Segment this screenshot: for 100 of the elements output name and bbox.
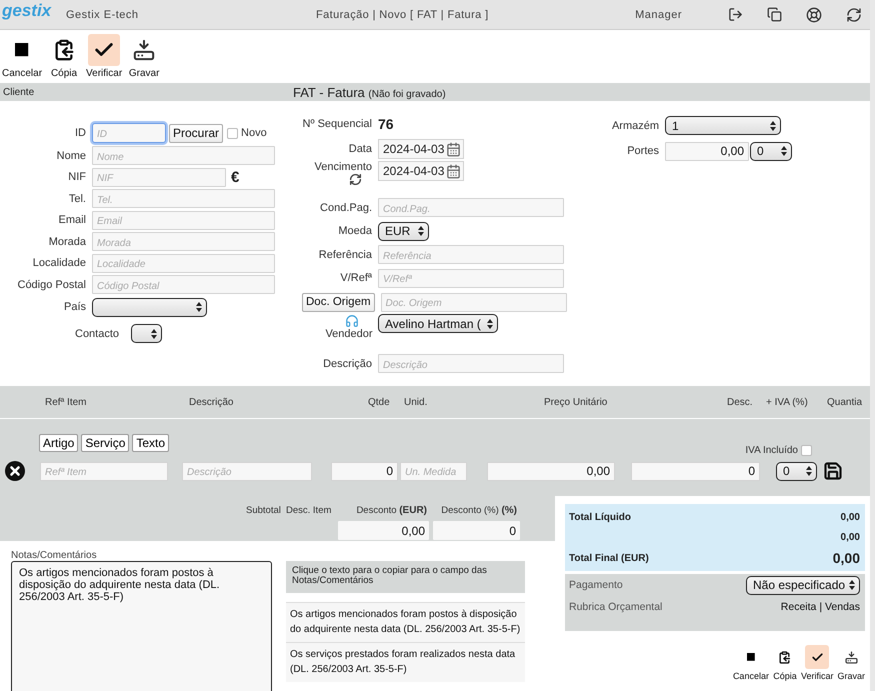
save-icon	[133, 39, 156, 61]
text-field[interactable]: NIF	[92, 168, 226, 187]
checkbox[interactable]	[801, 444, 812, 456]
notes-field[interactable]: Os artigos mencionados foram postos à disposição do adquirente nesta data (DL. 256/2003 Art. 35-5-F)	[11, 561, 272, 691]
field-label: Vencimento	[314, 161, 372, 173]
discount-label: Desc. Item	[286, 505, 332, 517]
field-label: Armazém	[610, 120, 659, 132]
checkbox[interactable]	[227, 128, 238, 138]
field-label: Morada	[48, 236, 86, 248]
text-field[interactable]: Descrição	[182, 462, 312, 480]
field-label: NIF	[67, 171, 86, 184]
percent-field[interactable]: 0	[433, 521, 520, 540]
discount-field[interactable]: 0	[631, 462, 760, 480]
toolbar-button[interactable]: Verificar	[800, 645, 834, 681]
payment-label: Pagamento	[569, 579, 623, 591]
remove-icon[interactable]	[5, 461, 25, 481]
price-field[interactable]: 0,00	[487, 462, 615, 480]
column-header: Desc.	[727, 396, 754, 408]
dropdown[interactable]: 0	[750, 142, 792, 160]
logout-icon[interactable]	[728, 7, 743, 22]
refresh-icon[interactable]	[846, 6, 862, 22]
discount-label: Subtotal	[246, 505, 282, 517]
total-value: 0,00	[840, 532, 860, 542]
toolbar-button[interactable]: Cópia	[48, 34, 80, 79]
total-label: Total Final (EUR)	[569, 552, 649, 564]
toolbar-label: Verificar	[86, 68, 122, 79]
text-field[interactable]: Tel.	[92, 189, 275, 208]
total-value: 0,00	[840, 512, 860, 522]
toolbar-button[interactable]: Cancelar	[732, 645, 769, 681]
refresh-icon[interactable]	[349, 173, 362, 186]
save-icon[interactable]	[823, 461, 843, 481]
suggestion-item[interactable]: Os artigos mencionados foram postos à disposição do adquirente nesta data (DL. 256/2003 Art. 35-5-F)	[286, 602, 525, 642]
amount-field[interactable]: 0,00	[665, 142, 749, 160]
text-field[interactable]: V/Refª	[378, 268, 564, 288]
currency-symbol[interactable]: €	[231, 168, 240, 186]
text-field[interactable]: Código Postal	[92, 275, 275, 294]
toolbar-button[interactable]: Gravar	[128, 34, 160, 79]
column-header: Unid.	[404, 396, 428, 408]
stop-square-icon	[747, 653, 755, 661]
up-down-arrows-icon	[806, 466, 812, 476]
text-field[interactable]: Email	[92, 210, 275, 230]
budget-value: Receita | Vendas	[780, 601, 860, 613]
date-field[interactable]: 2024-04-03	[378, 139, 464, 159]
id-field[interactable]: ID	[92, 123, 166, 143]
toolbar-label: Cópia	[50, 68, 78, 79]
column-header: Qtde	[368, 396, 391, 408]
suggestion-item[interactable]: Os serviços prestados foram realizados nesta data (DL. 256/2003 Art. 35-5-F)	[286, 642, 525, 682]
up-down-arrows-icon	[196, 302, 202, 312]
headset-icon[interactable]	[345, 314, 359, 328]
dropdown[interactable]	[92, 298, 207, 316]
toolbar-label: Cancelar	[2, 68, 42, 79]
up-down-arrows-icon	[849, 580, 855, 590]
breadcrumb: Faturação | Novo [ FAT | Fatura ]	[316, 8, 490, 20]
text-field[interactable]: Nome	[92, 146, 275, 166]
payment-dropdown[interactable]: Não especificado	[746, 576, 860, 594]
dropdown[interactable]	[131, 324, 162, 343]
amount-field[interactable]: 0,00	[338, 521, 429, 540]
dropdown[interactable]: 1	[665, 116, 781, 135]
toolbar-button[interactable]: Cancelar	[2, 34, 42, 79]
text-field[interactable]: Morada	[92, 232, 275, 252]
discount-label: Desconto (EUR)	[355, 505, 428, 517]
budget-label: Rubrica Orçamental	[569, 601, 662, 613]
field-label: Portes	[626, 145, 659, 157]
field-label: Localidade	[32, 257, 86, 270]
lifebuoy-icon[interactable]	[806, 6, 822, 22]
column-header: Quantia	[827, 396, 864, 408]
calendar-icon[interactable]	[446, 142, 461, 156]
column-header: Descrição	[189, 396, 234, 408]
windows-icon[interactable]	[767, 7, 782, 22]
up-down-arrows-icon	[770, 120, 776, 130]
search-button[interactable]: Procurar	[169, 124, 224, 142]
text-field[interactable]: Refª Item	[40, 462, 168, 480]
text-field[interactable]: Referência	[378, 245, 564, 264]
toolbar-button[interactable]: Gravar	[837, 645, 865, 681]
up-down-arrows-icon	[418, 226, 424, 236]
user-name[interactable]: Manager	[635, 8, 682, 20]
field-label: Referência	[318, 248, 372, 261]
dropdown[interactable]: Avelino Hartman (	[378, 314, 498, 333]
dropdown[interactable]: 0	[776, 462, 817, 480]
quantity-field[interactable]: 0	[331, 462, 398, 480]
line-type-button[interactable]: Serviço	[81, 434, 130, 452]
toolbar-button[interactable]: Cópia	[772, 645, 797, 681]
text-field[interactable]: Doc. Origem	[380, 292, 567, 312]
field-label: Vendedor	[325, 328, 373, 340]
section-label: Cliente	[3, 86, 36, 98]
origin-document-button[interactable]: Doc. Origem	[302, 292, 375, 312]
date-field[interactable]: 2024-04-03	[378, 161, 464, 181]
text-field[interactable]: Un. Medida	[400, 462, 467, 480]
dropdown[interactable]: EUR	[378, 222, 429, 241]
company-name: Gestix E-tech	[66, 8, 140, 20]
line-type-button[interactable]: Texto	[132, 434, 170, 452]
discount-label: Desconto (%) (%)	[440, 505, 518, 517]
field-label: Email	[57, 214, 86, 226]
calendar-icon[interactable]	[446, 164, 461, 178]
text-field[interactable]: Descrição	[378, 354, 564, 374]
text-field[interactable]: Localidade	[92, 254, 275, 273]
clipboard-copy-icon	[53, 39, 76, 61]
line-type-button[interactable]: Artigo	[39, 434, 78, 452]
toolbar-label: Cópia	[773, 671, 797, 681]
text-field[interactable]: Cond.Pag.	[378, 198, 564, 218]
